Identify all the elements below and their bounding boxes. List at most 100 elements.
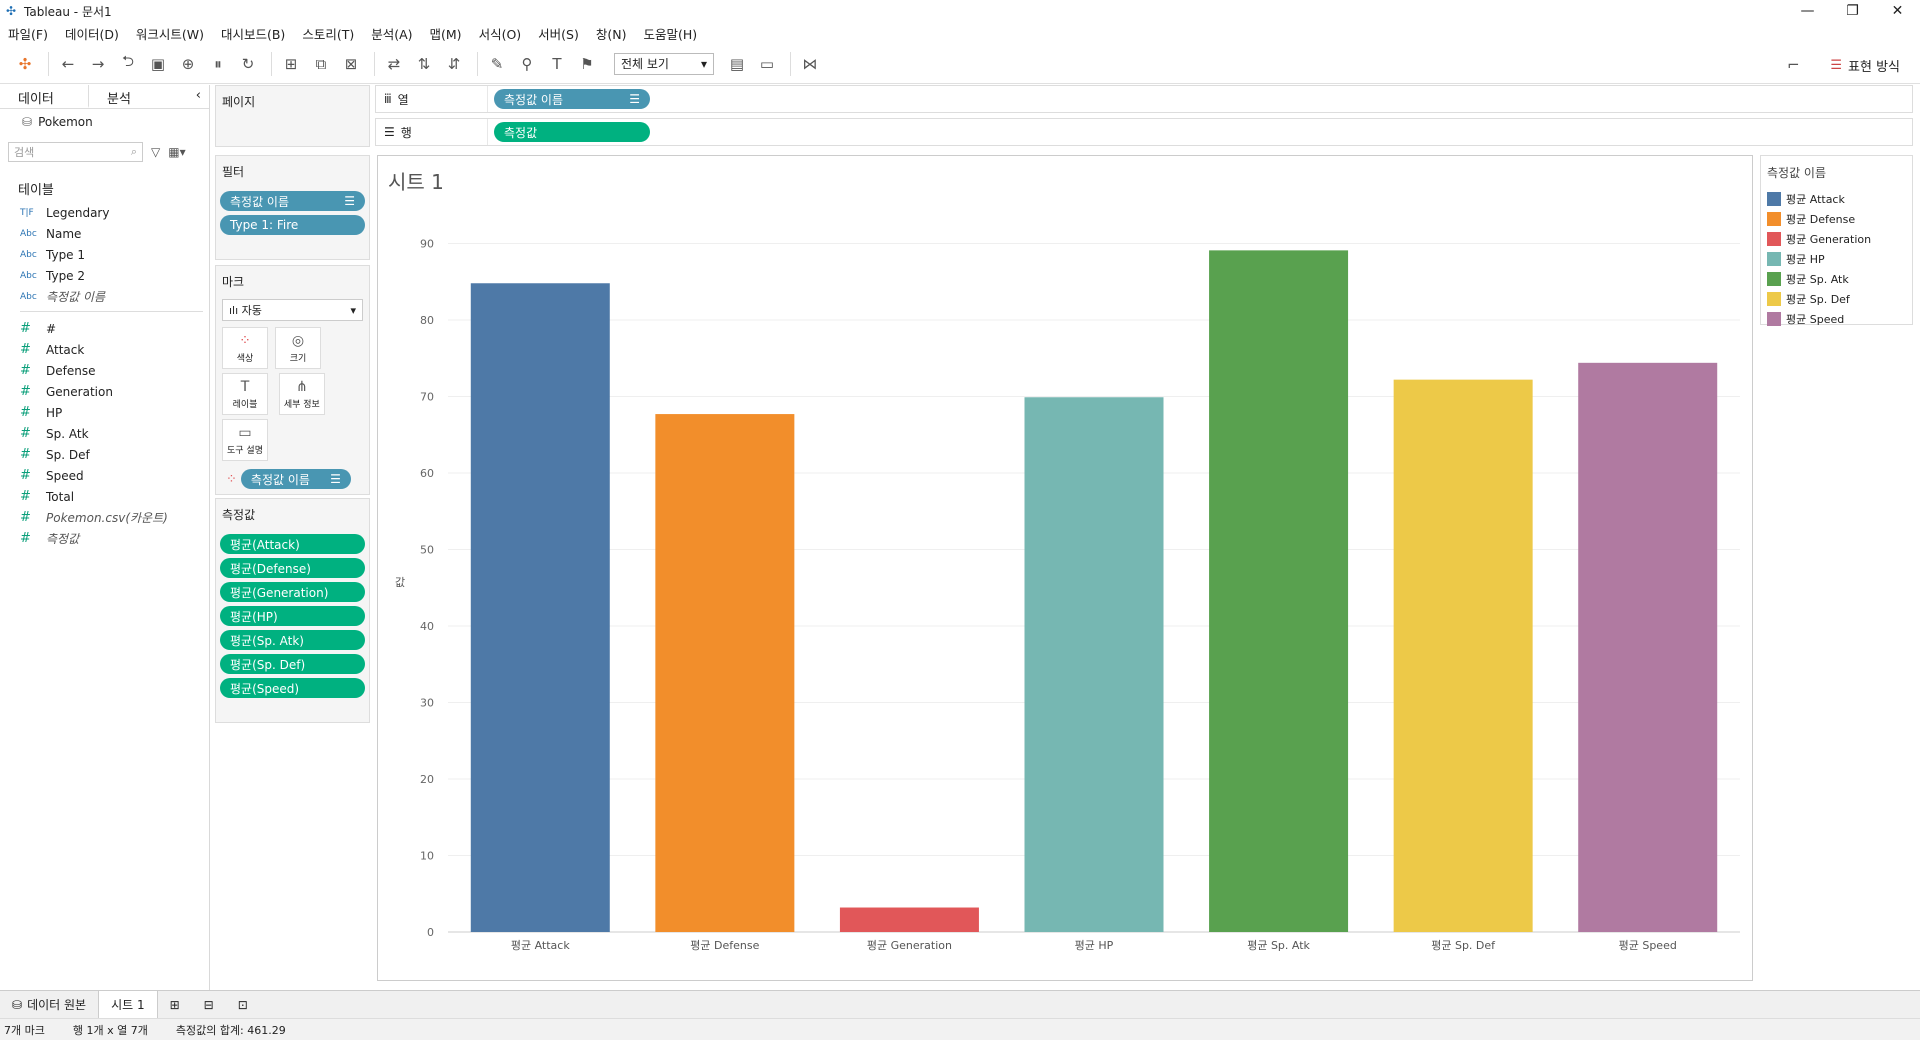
fit-select[interactable]: 전체 보기 ▾ — [614, 52, 714, 75]
label-icon[interactable]: T — [544, 51, 570, 77]
show-cards-icon[interactable]: ▤ — [724, 51, 750, 77]
datasource-tab[interactable]: ⛁ 데이터 원본 — [0, 991, 98, 1019]
new-worksheet-icon[interactable]: ⊞ — [158, 991, 192, 1019]
field-item[interactable]: # Sp. Def — [0, 444, 209, 465]
detail-button[interactable]: ⋔ 세부 정보 — [278, 373, 325, 415]
legend-item[interactable]: 평균 Defense — [1761, 209, 1912, 229]
restore-button[interactable]: ❐ — [1830, 0, 1875, 22]
datasource-item[interactable]: ⛁ Pokemon — [0, 109, 209, 135]
tableau-home-icon[interactable]: ✣ — [12, 51, 38, 77]
field-item[interactable]: # 측정값 — [0, 528, 209, 549]
replay-icon[interactable]: ⮌ — [115, 51, 141, 77]
measure-pill[interactable]: 평균(Sp. Atk) — [220, 630, 365, 650]
measure-pill[interactable]: 평균(Defense) — [220, 558, 365, 578]
new-datasource-icon[interactable]: ⊕ — [175, 51, 201, 77]
collapse-icon[interactable]: ‹ — [178, 85, 209, 108]
menu-item[interactable]: 서식(O) — [479, 24, 522, 43]
menu-item[interactable]: 서버(S) — [538, 24, 579, 43]
view-options-icon[interactable]: ▦▾ — [168, 145, 185, 159]
legend-item[interactable]: 평균 HP — [1761, 249, 1912, 269]
field-item[interactable]: Abc Type 1 — [0, 244, 209, 265]
legend-item[interactable]: 평균 Sp. Atk — [1761, 269, 1912, 289]
menu-item[interactable]: 분석(A) — [371, 24, 412, 43]
field-item[interactable]: T|F Legendary — [0, 202, 209, 223]
menu-item[interactable]: 맵(M) — [430, 24, 462, 43]
legend-item[interactable]: 평균 Speed — [1761, 309, 1912, 329]
redo-icon[interactable]: → — [85, 51, 111, 77]
presentation-mode-icon[interactable]: ▭ — [754, 51, 780, 77]
show-me-button[interactable]: ☰ 표현 방식 — [1830, 56, 1900, 75]
columns-shelf[interactable]: ⅲ열 측정값 이름 ☰ — [375, 85, 1913, 113]
new-dashboard-icon[interactable]: ⊟ — [192, 991, 226, 1019]
filter-icon[interactable]: ▽ — [151, 145, 160, 159]
pause-update-icon[interactable]: ⏸ — [205, 51, 231, 77]
group-icon[interactable]: ⚲ — [514, 51, 540, 77]
tooltip-button[interactable]: ▭ 도구 설명 — [222, 419, 268, 461]
legend-item[interactable]: 평균 Attack — [1761, 189, 1912, 209]
legend-item[interactable]: 평균 Generation — [1761, 229, 1912, 249]
legend-label: 평균 Sp. Def — [1786, 293, 1850, 306]
filters-shelf[interactable]: 필터 측정값 이름 ☰ Type 1: Fire — [215, 155, 370, 260]
field-item[interactable]: # Defense — [0, 360, 209, 381]
field-item[interactable]: # Total — [0, 486, 209, 507]
dimension-list: T|F Legendary Abc Name Abc Type 1 Abc Type 2 Abc… — [0, 202, 209, 307]
new-story-icon[interactable]: ⊡ — [226, 991, 260, 1019]
field-item[interactable]: Abc 측정값 이름 — [0, 286, 209, 307]
undo-icon[interactable]: ← — [55, 51, 81, 77]
pin-icon[interactable]: ⚑ — [574, 51, 600, 77]
rows-shelf[interactable]: ☰ 행 측정값 — [375, 118, 1913, 146]
field-item[interactable]: # Generation — [0, 381, 209, 402]
label-button[interactable]: T 레이블 — [222, 373, 268, 415]
minimize-button[interactable]: — — [1785, 0, 1830, 22]
tab-analysis[interactable]: 분석 — [89, 85, 178, 108]
sheet-tab[interactable]: 시트 1 — [98, 990, 158, 1019]
field-item[interactable]: # Attack — [0, 339, 209, 360]
measure-pill[interactable]: 평균(HP) — [220, 606, 365, 626]
measure-pill[interactable]: 평균(Speed) — [220, 678, 365, 698]
format-icon[interactable]: ⌐ — [1780, 52, 1806, 78]
tooltip-label: 도구 설명 — [227, 445, 263, 456]
menu-item[interactable]: 창(N) — [596, 24, 627, 43]
columns-pill[interactable]: 측정값 이름 ☰ — [494, 89, 650, 109]
field-item[interactable]: Abc Type 2 — [0, 265, 209, 286]
color-pill[interactable]: 측정값 이름 ☰ — [240, 469, 351, 489]
filter-pill[interactable]: 측정값 이름 ☰ — [220, 191, 365, 211]
tab-data[interactable]: 데이터 — [0, 85, 90, 108]
menu-item[interactable]: 도움말(H) — [643, 24, 697, 43]
pages-shelf[interactable]: 페이지 — [215, 85, 370, 147]
field-item[interactable]: # # — [0, 318, 209, 339]
field-item[interactable]: # Sp. Atk — [0, 423, 209, 444]
menu-item[interactable]: 대시보드(B) — [221, 24, 285, 43]
clear-sheet-icon[interactable]: ⊠ — [338, 51, 364, 77]
color-icon: ⁘ — [239, 332, 251, 349]
legend-label: 평균 Sp. Atk — [1786, 273, 1849, 286]
menu-item[interactable]: 데이터(D) — [65, 24, 119, 43]
menu-item[interactable]: 스토리(T) — [302, 24, 354, 43]
measure-pill[interactable]: 평균(Attack) — [220, 534, 365, 554]
sort-descending-icon[interactable]: ⇵ — [441, 51, 467, 77]
field-item[interactable]: # Speed — [0, 465, 209, 486]
legend-item[interactable]: 평균 Sp. Def — [1761, 289, 1912, 309]
refresh-icon[interactable]: ↻ — [235, 51, 261, 77]
highlight-icon[interactable]: ✎ — [484, 51, 510, 77]
menu-item[interactable]: 워크시트(W) — [136, 24, 204, 43]
share-icon[interactable]: ⋈ — [797, 51, 823, 77]
sort-ascending-icon[interactable]: ⇅ — [411, 51, 437, 77]
search-input[interactable]: 검색 ⌕ — [8, 142, 143, 162]
measure-pill[interactable]: 평균(Generation) — [220, 582, 365, 602]
color-button[interactable]: ⁘ 색상 — [222, 327, 268, 369]
size-button[interactable]: ◎ 크기 — [275, 327, 321, 369]
menu-item[interactable]: 파일(F) — [8, 24, 48, 43]
filter-pill[interactable]: Type 1: Fire — [220, 215, 365, 235]
field-item[interactable]: # Pokemon.csv(카운트) — [0, 507, 209, 528]
field-item[interactable]: # HP — [0, 402, 209, 423]
rows-pill[interactable]: 측정값 — [494, 122, 650, 142]
new-worksheet-icon[interactable]: ⊞ — [278, 51, 304, 77]
duplicate-sheet-icon[interactable]: ⧉ — [308, 51, 334, 77]
swap-rows-columns-icon[interactable]: ⇄ — [381, 51, 407, 77]
mark-type-select[interactable]: ılı 자동 ▾ — [222, 299, 363, 321]
field-item[interactable]: Abc Name — [0, 223, 209, 244]
close-button[interactable]: ✕ — [1875, 0, 1920, 22]
save-icon[interactable]: ▣ — [145, 51, 171, 77]
measure-pill[interactable]: 평균(Sp. Def) — [220, 654, 365, 674]
